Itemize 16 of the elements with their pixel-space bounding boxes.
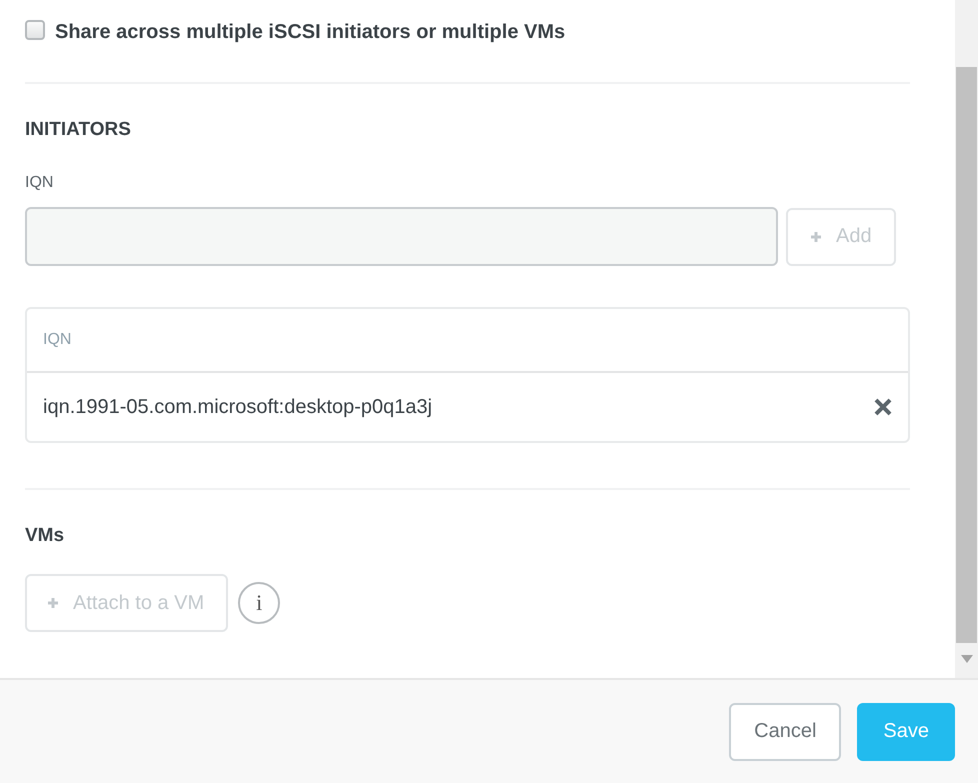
section-heading: VMs — [25, 525, 66, 547]
scrollbar[interactable] — [955, 0, 978, 678]
checkbox-label: Share across multiple iSCSI initiators or multiple VMs — [55, 20, 566, 44]
table-cell: iqn.1991-05.com.microsoft:desktop-p0q1a3j — [43, 396, 432, 418]
checkbox[interactable] — [25, 20, 45, 40]
section-heading: INITIATORS — [25, 119, 132, 141]
cancel-button[interactable]: Cancel — [729, 702, 842, 760]
column-header: IQN — [43, 331, 72, 349]
plus-icon — [810, 230, 822, 242]
field-label: IQN — [25, 174, 54, 192]
save-button[interactable]: Save — [857, 702, 955, 760]
iqn-input-field[interactable] — [25, 207, 778, 266]
close-icon[interactable] — [874, 398, 892, 416]
scroll-down-arrow-icon[interactable] — [960, 655, 972, 663]
info-icon[interactable]: i — [238, 582, 280, 624]
plus-icon — [47, 597, 59, 609]
